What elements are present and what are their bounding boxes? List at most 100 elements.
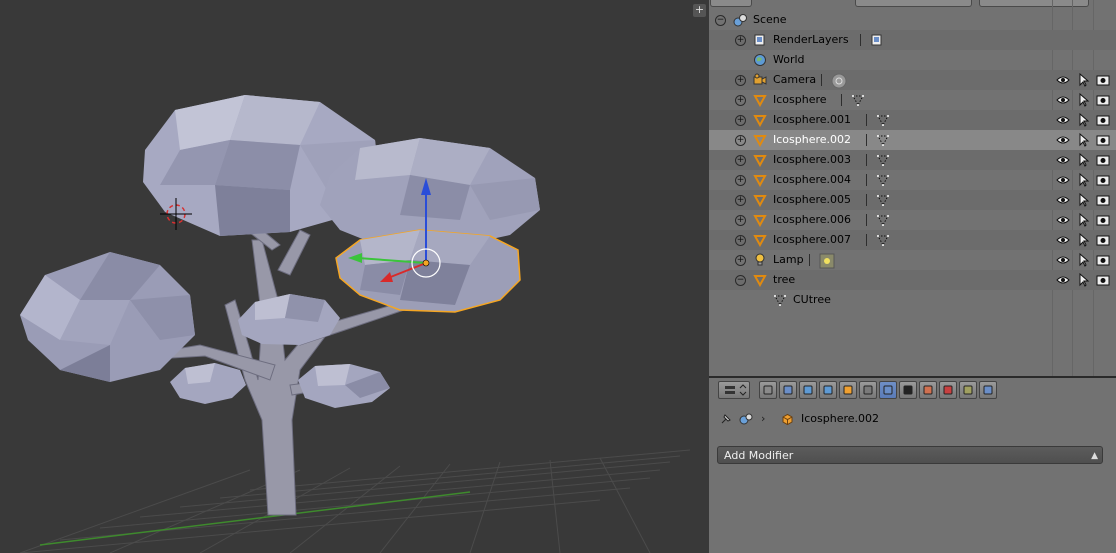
renderability-camera-icon[interactable] [1096,133,1110,147]
viewport-split-corner[interactable]: + [693,4,706,17]
visibility-eye-icon[interactable] [1056,133,1070,147]
outliner-view-selector[interactable] [855,0,972,7]
selectability-cursor-icon[interactable] [1076,152,1090,167]
outliner-row[interactable]: + Icosphere.003 [709,150,1116,170]
selectability-cursor-icon[interactable] [1076,172,1090,187]
outliner[interactable]: − Scene + RenderLayers World + Camera + Icospher… [709,0,1116,376]
renderability-camera-icon[interactable] [1096,213,1110,227]
outliner-row[interactable]: CUtree [709,290,1116,310]
outliner-row[interactable]: + Icosphere [709,90,1116,110]
outliner-row[interactable]: + Icosphere.005 [709,190,1116,210]
renderlayer-data-icon[interactable] [870,33,884,47]
visibility-eye-icon[interactable] [1056,273,1070,287]
outliner-row-label[interactable]: Camera [773,73,816,86]
selectability-cursor-icon[interactable] [1076,72,1090,87]
outliner-row-label[interactable]: Icosphere.001 [773,113,851,126]
mesh-data-icon[interactable] [876,153,890,167]
viewport-scene[interactable] [0,0,708,553]
outliner-row[interactable]: + Icosphere.007 [709,230,1116,250]
expand-icon[interactable]: + [735,95,746,106]
outliner-row[interactable]: + Icosphere.002 [709,130,1116,150]
visibility-eye-icon[interactable] [1056,73,1070,87]
outliner-row-label[interactable]: RenderLayers [773,33,849,46]
renderability-camera-icon[interactable] [1096,233,1110,247]
outliner-row[interactable]: + Icosphere.001 [709,110,1116,130]
renderability-camera-icon[interactable] [1096,93,1110,107]
collapse-icon[interactable]: − [715,15,726,26]
expand-icon[interactable]: + [735,255,746,266]
selectability-cursor-icon[interactable] [1076,112,1090,127]
editor-type-selector[interactable] [718,381,750,399]
camera-data-icon[interactable] [831,73,847,89]
renderability-camera-icon[interactable] [1096,73,1110,87]
selectability-cursor-icon[interactable] [1076,92,1090,107]
mesh-data-icon[interactable] [876,173,890,187]
icosphere-selected[interactable] [335,229,521,313]
outliner-row[interactable]: + RenderLayers [709,30,1116,50]
outliner-row-label[interactable]: Icosphere.005 [773,193,851,206]
world-tab[interactable] [819,381,837,399]
mesh-data-icon[interactable] [876,213,890,227]
outliner-row-label[interactable]: Icosphere.003 [773,153,851,166]
visibility-eye-icon[interactable] [1056,173,1070,187]
expand-icon[interactable]: + [735,155,746,166]
outliner-row[interactable]: + Lamp [709,250,1116,270]
visibility-eye-icon[interactable] [1056,153,1070,167]
renderability-camera-icon[interactable] [1096,193,1110,207]
expand-icon[interactable]: + [735,215,746,226]
data-tab[interactable] [899,381,917,399]
outliner-row-label[interactable]: Icosphere.002 [773,133,851,146]
material-tab[interactable] [919,381,937,399]
3d-viewport[interactable]: + [0,0,708,553]
selectability-cursor-icon[interactable] [1076,272,1090,287]
outliner-row-label[interactable]: Icosphere [773,93,827,106]
expand-icon[interactable]: + [735,135,746,146]
physics-tab[interactable] [979,381,997,399]
outliner-row[interactable]: World [709,50,1116,70]
expand-icon[interactable]: + [735,75,746,86]
mesh-data-icon[interactable] [876,133,890,147]
visibility-eye-icon[interactable] [1056,253,1070,267]
visibility-eye-icon[interactable] [1056,213,1070,227]
selectability-cursor-icon[interactable] [1076,252,1090,267]
texture-tab[interactable] [939,381,957,399]
modifiers-tab[interactable] [879,381,897,399]
visibility-eye-icon[interactable] [1056,193,1070,207]
outliner-row-label[interactable]: tree [773,273,795,286]
visibility-eye-icon[interactable] [1056,113,1070,127]
particles-tab[interactable] [959,381,977,399]
outliner-row-label[interactable]: Lamp [773,253,804,266]
pin-icon[interactable] [719,412,733,426]
expand-icon[interactable]: + [735,195,746,206]
expand-icon[interactable]: + [735,35,746,46]
mesh-data-icon[interactable] [876,233,890,247]
outliner-row-label[interactable]: World [773,53,805,66]
render-layers-tab[interactable] [779,381,797,399]
add-modifier-dropdown[interactable]: Add Modifier ▲ [717,446,1103,464]
mesh-data-icon[interactable] [876,193,890,207]
renderability-camera-icon[interactable] [1096,113,1110,127]
constraints-tab[interactable] [859,381,877,399]
selectability-cursor-icon[interactable] [1076,192,1090,207]
renderability-camera-icon[interactable] [1096,153,1110,167]
outliner-row-label[interactable]: Icosphere.007 [773,233,851,246]
object-tab[interactable] [839,381,857,399]
outliner-row-label[interactable]: CUtree [793,293,831,306]
expand-icon[interactable]: + [735,115,746,126]
visibility-eye-icon[interactable] [1056,233,1070,247]
renderability-camera-icon[interactable] [1096,253,1110,267]
render-tab[interactable] [759,381,777,399]
scene-tab[interactable] [799,381,817,399]
selectability-cursor-icon[interactable] [1076,212,1090,227]
renderability-camera-icon[interactable] [1096,173,1110,187]
expand-icon[interactable]: + [735,175,746,186]
outliner-row[interactable]: − Scene [709,10,1116,30]
collapse-icon[interactable]: − [735,275,746,286]
outliner-row-label[interactable]: Icosphere.004 [773,173,851,186]
lamp-data-icon[interactable] [819,253,835,269]
outliner-row-label[interactable]: Scene [753,13,787,26]
outliner-row[interactable]: + Icosphere.004 [709,170,1116,190]
mesh-data-icon[interactable] [876,113,890,127]
selectability-cursor-icon[interactable] [1076,232,1090,247]
properties-editor[interactable]: › Icosphere.002 Add Modifier ▲ [709,378,1116,553]
